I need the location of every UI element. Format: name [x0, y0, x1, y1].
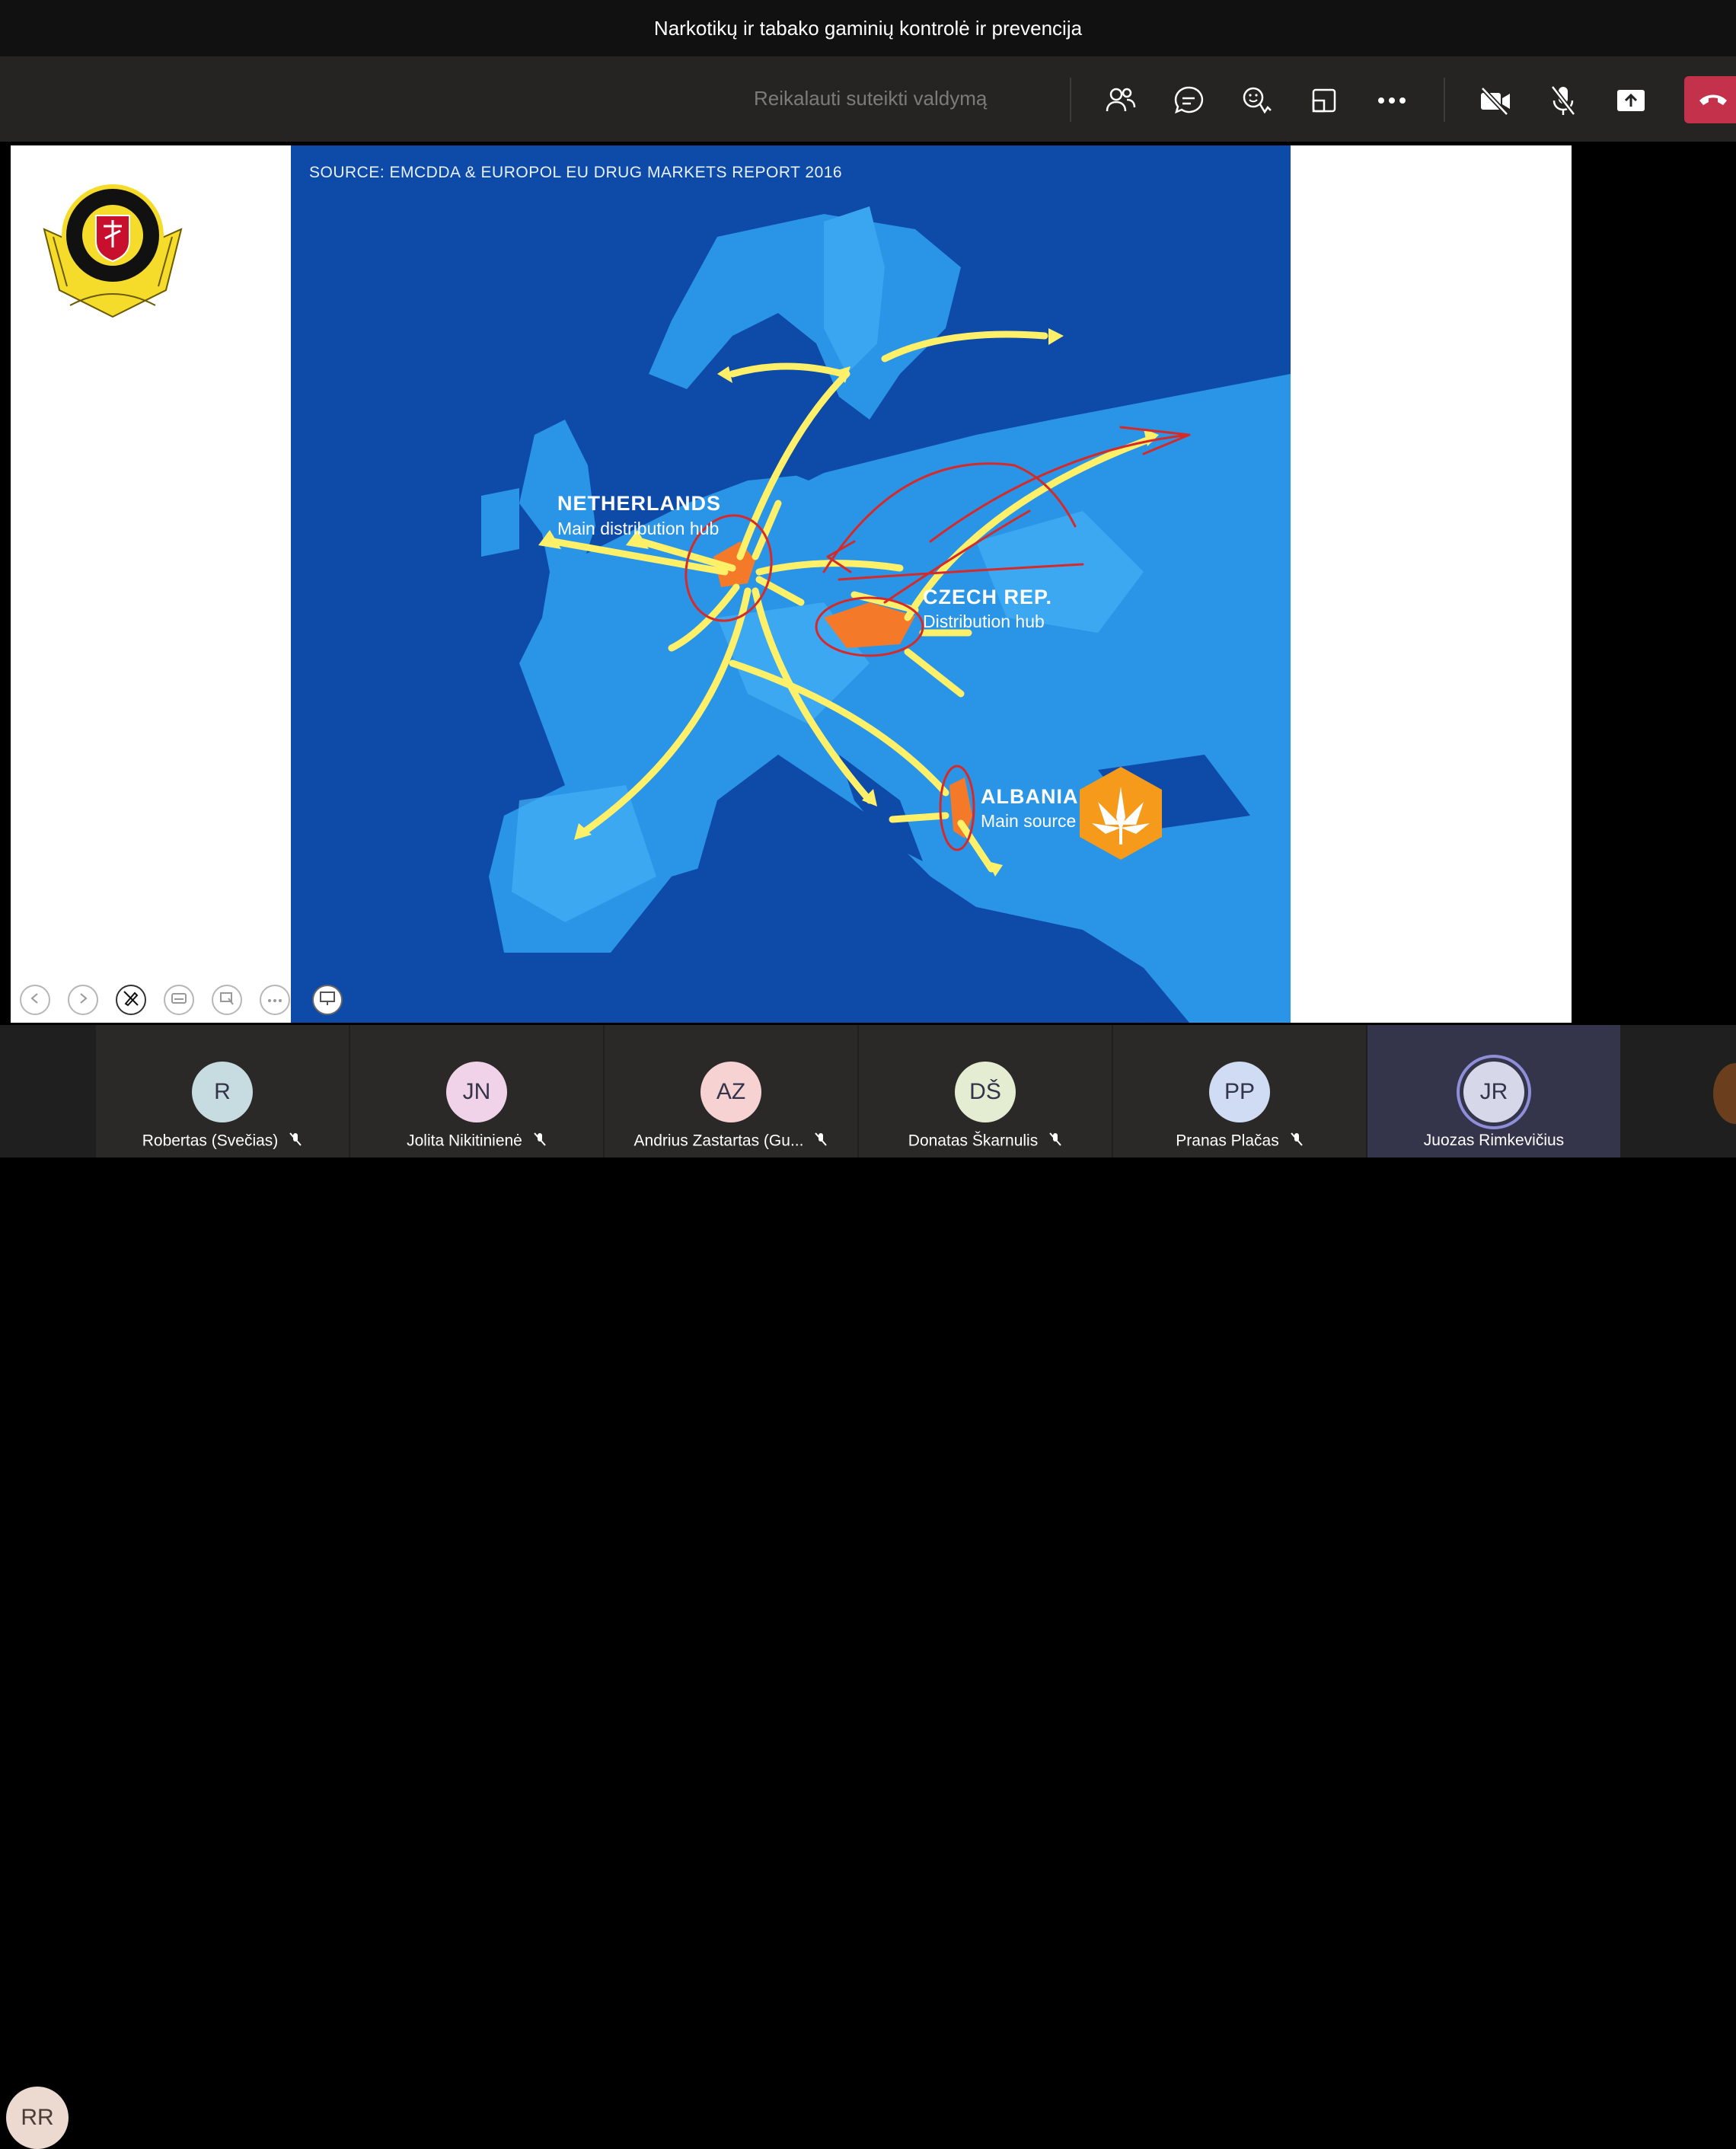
more-icon[interactable] — [1371, 79, 1413, 122]
participant-name: Andrius Zastartas (Gu... — [605, 1132, 857, 1151]
netherlands-sublabel: Main distribution hub — [557, 519, 720, 538]
toolbar-divider — [1070, 78, 1071, 122]
mic-muted-icon — [814, 1132, 828, 1151]
avatar: R — [192, 1062, 253, 1122]
ireland-landmass — [481, 488, 519, 557]
scandinavia-landmass — [649, 214, 961, 420]
pointer-icon — [219, 991, 235, 1010]
participant-tile[interactable]: AZ Andrius Zastartas (Gu... — [605, 1025, 857, 1158]
presenter-view-button[interactable] — [312, 985, 343, 1015]
avatar: JN — [446, 1062, 507, 1122]
cannabis-leaf-icon — [1075, 764, 1166, 863]
share-screen-icon[interactable] — [1610, 79, 1652, 122]
request-control-button[interactable]: Reikalauti suteikti valdymą — [754, 87, 987, 110]
reactions-icon[interactable] — [1235, 79, 1278, 122]
participant-tile[interactable]: PP Pranas Plačas — [1113, 1025, 1366, 1158]
previous-icon — [29, 992, 41, 1008]
mic-muted-icon — [289, 1132, 302, 1151]
previous-slide-button[interactable] — [20, 985, 50, 1015]
pen-tool-button[interactable] — [116, 985, 146, 1015]
hang-up-icon — [1698, 90, 1728, 110]
avatar: JR — [1463, 1062, 1524, 1122]
participant-avatar-rr[interactable]: RR — [6, 2087, 69, 2149]
albania-sublabel: Main source — [981, 811, 1077, 831]
participant-name: Pranas Plačas — [1113, 1132, 1366, 1151]
camera-off-icon[interactable] — [1474, 79, 1517, 122]
route-arrow — [729, 362, 847, 378]
more-options-icon — [267, 993, 282, 1007]
toolbar-divider — [1444, 78, 1445, 122]
mic-muted-icon — [533, 1132, 547, 1151]
mic-muted-icon — [1290, 1132, 1304, 1151]
participant-name: Juozas Rimkevičius — [1423, 1132, 1565, 1149]
czech-label: CZECH REP. — [923, 586, 1053, 608]
hang-up-button[interactable] — [1684, 76, 1736, 123]
presentation-slide: SOURCE: EMCDDA & EUROPOL EU DRUG MARKETS… — [11, 145, 1572, 1023]
next-slide-button[interactable] — [68, 985, 98, 1015]
meeting-toolbar: Reikalauti suteikti valdymą — [0, 56, 1736, 142]
share-tray-icon[interactable] — [1303, 79, 1345, 122]
subtitles-icon — [171, 992, 187, 1008]
pointer-button[interactable] — [212, 985, 242, 1015]
subtitles-button[interactable] — [164, 985, 194, 1015]
mic-off-icon[interactable] — [1542, 79, 1584, 122]
chat-icon[interactable] — [1167, 79, 1210, 122]
presenter-view-icon — [319, 991, 336, 1010]
next-icon — [77, 992, 89, 1008]
mic-muted-icon — [1048, 1132, 1062, 1151]
avatar: AZ — [700, 1062, 761, 1122]
participants-icon[interactable] — [1099, 79, 1142, 122]
participant-tile-speaking[interactable]: JR Juozas Rimkevičius — [1367, 1025, 1620, 1158]
participant-name: Jolita Nikitinienė — [350, 1132, 603, 1151]
map-source-note: SOURCE: EMCDDA & EUROPOL EU DRUG MARKETS… — [309, 164, 843, 181]
shared-content-stage: SOURCE: EMCDDA & EUROPOL EU DRUG MARKETS… — [0, 142, 1736, 1025]
avatar: DŠ — [955, 1062, 1016, 1122]
albania-label: ALBANIA — [981, 785, 1079, 808]
title-bar: Narkotikų ir tabako gaminių kontrolė ir … — [0, 0, 1736, 56]
europe-drug-routes-map: SOURCE: EMCDDA & EUROPOL EU DRUG MARKETS… — [291, 145, 1291, 1023]
participant-tile[interactable]: R Robertas (Svečias) — [96, 1025, 349, 1158]
participant-strip: RR R Robertas (Svečias) JN Jolita Nikiti… — [0, 1025, 1736, 2149]
czech-sublabel: Distribution hub — [923, 611, 1045, 631]
participant-name: Donatas Škarnulis — [859, 1132, 1112, 1151]
more-options-button[interactable] — [260, 985, 290, 1015]
netherlands-label: NETHERLANDS — [557, 492, 722, 515]
avatar: PP — [1209, 1062, 1270, 1122]
pen-icon — [123, 990, 139, 1011]
participant-name: Robertas (Svečias) — [96, 1132, 349, 1151]
route-arrow — [889, 812, 949, 823]
participant-tile[interactable]: DŠ Donatas Škarnulis — [859, 1025, 1112, 1158]
participant-video-avatar[interactable] — [1713, 1063, 1736, 1124]
meeting-title: Narkotikų ir tabako gaminių kontrolė ir … — [653, 16, 1083, 40]
participant-tile[interactable]: JN Jolita Nikitinienė — [350, 1025, 603, 1158]
customs-training-center-logo — [37, 176, 189, 328]
